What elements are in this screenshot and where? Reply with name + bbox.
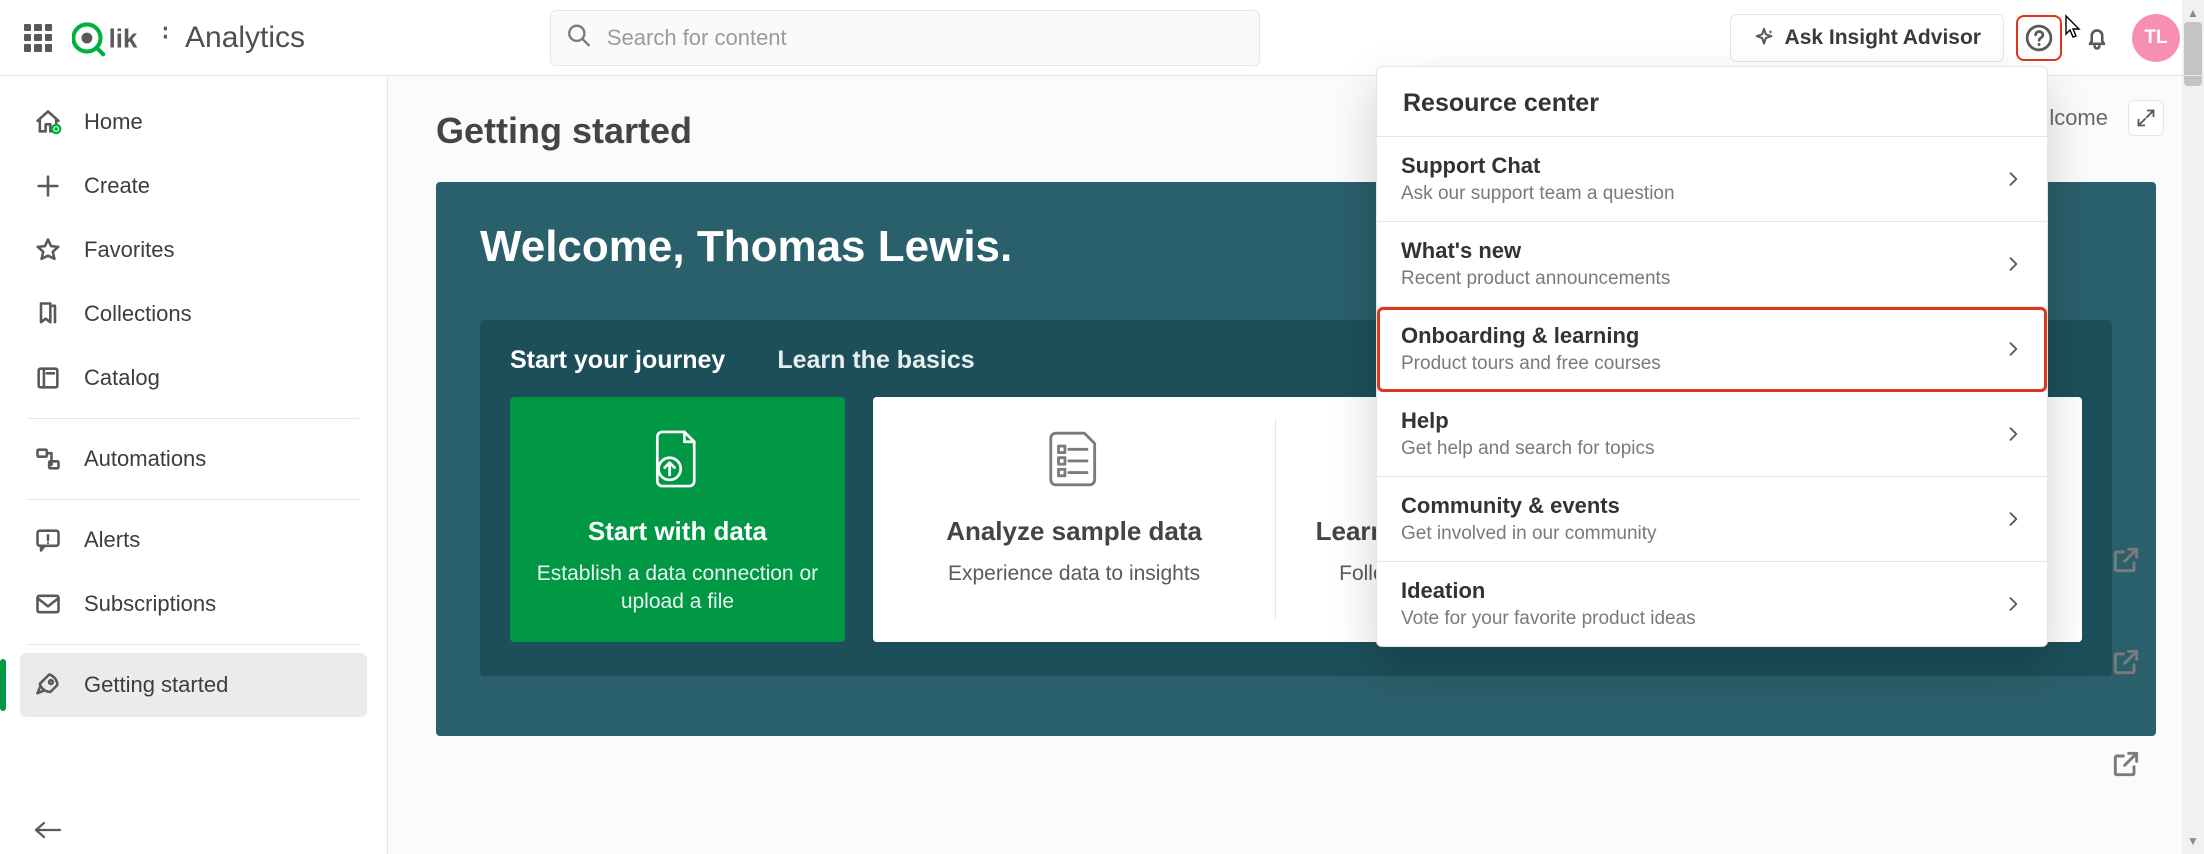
sparkle-icon xyxy=(1753,27,1775,49)
user-avatar[interactable]: TL xyxy=(2132,14,2180,62)
external-link-icon xyxy=(2110,544,2142,576)
background-link-tiles xyxy=(2110,544,2142,780)
resource-item-title: Onboarding & learning xyxy=(1401,323,1661,349)
nav-favorites[interactable]: Favorites xyxy=(20,218,367,282)
qlik-logo-icon: lik xyxy=(72,18,167,58)
resource-item-help[interactable]: Help Get help and search for topics xyxy=(1377,392,2047,477)
nav-label: Automations xyxy=(84,446,206,472)
bell-icon xyxy=(2083,24,2111,52)
bookmark-collection-icon xyxy=(34,300,62,328)
resource-item-whatsnew[interactable]: What's new Recent product announcements xyxy=(1377,222,2047,307)
nav-home[interactable]: Home xyxy=(20,90,367,154)
nav-divider xyxy=(28,418,359,419)
help-button[interactable] xyxy=(2016,15,2062,61)
resource-item-sub: Product tours and free courses xyxy=(1401,353,1661,375)
avatar-initials: TL xyxy=(2144,27,2167,49)
chevron-right-icon xyxy=(2003,424,2023,444)
nav-catalog[interactable]: Catalog xyxy=(20,346,367,410)
chevron-right-icon xyxy=(2003,254,2023,274)
nav-create[interactable]: Create xyxy=(20,154,367,218)
search-input[interactable] xyxy=(550,10,1260,66)
nav-label: Catalog xyxy=(84,365,160,391)
card-sub: Establish a data connection or upload a … xyxy=(530,560,825,617)
content-scrollbar[interactable]: ▲ ▼ xyxy=(2182,0,2204,854)
chevron-right-icon xyxy=(2003,169,2023,189)
nav-getting-started[interactable]: Getting started xyxy=(20,653,367,717)
external-link-icon xyxy=(2110,646,2142,678)
alert-chat-icon xyxy=(34,526,62,554)
nav-divider xyxy=(28,499,359,500)
chevron-right-icon xyxy=(2003,594,2023,614)
journey-tab-secondary[interactable]: Learn the basics xyxy=(777,346,974,375)
left-nav: Home Create Favorites Collections Catalo… xyxy=(0,76,388,854)
journey-card-sample-data[interactable]: Analyze sample data Experience data to i… xyxy=(873,397,1275,642)
nav-label: Favorites xyxy=(84,237,174,263)
resource-item-support[interactable]: Support Chat Ask our support team a ques… xyxy=(1377,137,2047,222)
chevron-right-icon xyxy=(2003,339,2023,359)
journey-card-start-data[interactable]: Start with data Establish a data connect… xyxy=(510,397,845,642)
card-sub: Experience data to insights xyxy=(948,560,1200,588)
peek-text: lcome xyxy=(2049,105,2108,131)
card-title: Analyze sample data xyxy=(946,515,1202,548)
chevron-right-icon xyxy=(2003,509,2023,529)
catalog-icon xyxy=(34,364,62,392)
mail-icon xyxy=(34,590,62,618)
nav-label: Create xyxy=(84,173,150,199)
file-upload-icon xyxy=(647,427,707,491)
resource-item-onboarding[interactable]: Onboarding & learning Product tours and … xyxy=(1377,307,2047,392)
scrollbar-down-arrow[interactable]: ▼ xyxy=(2184,832,2202,850)
plus-icon xyxy=(34,172,62,200)
resource-item-community[interactable]: Community & events Get involved in our c… xyxy=(1377,477,2047,562)
nav-collections[interactable]: Collections xyxy=(20,282,367,346)
nav-label: Subscriptions xyxy=(84,591,216,617)
nav-label: Collections xyxy=(84,301,192,327)
nav-label: Home xyxy=(84,109,143,135)
nav-label: Getting started xyxy=(84,672,228,698)
nav-label: Alerts xyxy=(84,527,140,553)
nav-automations[interactable]: Automations xyxy=(20,427,367,491)
nav-divider xyxy=(28,644,359,645)
notifications-button[interactable] xyxy=(2074,15,2120,61)
app-launcher-icon[interactable] xyxy=(24,24,52,52)
welcome-peek: lcome xyxy=(2049,100,2164,136)
resource-item-ideation[interactable]: Ideation Vote for your favorite product … xyxy=(1377,562,2047,646)
product-logo[interactable]: lik Analytics xyxy=(72,18,305,58)
global-search[interactable] xyxy=(550,10,1260,66)
help-icon xyxy=(2024,23,2054,53)
external-link-icon xyxy=(2110,748,2142,780)
resource-item-sub: Ask our support team a question xyxy=(1401,183,1675,205)
resource-item-title: Help xyxy=(1401,408,1654,434)
resource-item-sub: Vote for your favorite product ideas xyxy=(1401,608,1696,630)
star-icon xyxy=(34,236,62,264)
search-icon xyxy=(566,22,592,53)
nav-subscriptions[interactable]: Subscriptions xyxy=(20,572,367,636)
document-list-icon xyxy=(1043,428,1105,490)
resource-item-title: Ideation xyxy=(1401,578,1696,604)
resource-item-sub: Get involved in our community xyxy=(1401,523,1657,545)
collapse-sidebar-button[interactable] xyxy=(30,817,64,848)
resource-center-panel: Resource center Support Chat Ask our sup… xyxy=(1376,66,2048,647)
svg-text:lik: lik xyxy=(109,25,138,53)
resource-center-title: Resource center xyxy=(1377,67,2047,137)
expand-icon xyxy=(2136,108,2156,128)
resource-item-title: Support Chat xyxy=(1401,153,1675,179)
automation-icon xyxy=(34,445,62,473)
journey-tab-primary[interactable]: Start your journey xyxy=(510,346,725,375)
product-name: Analytics xyxy=(185,21,305,55)
resource-item-title: What's new xyxy=(1401,238,1670,264)
collapse-icon xyxy=(30,817,64,843)
card-title: Start with data xyxy=(588,515,767,548)
expand-button[interactable] xyxy=(2128,100,2164,136)
ask-insight-button[interactable]: Ask Insight Advisor xyxy=(1730,14,2004,62)
resource-item-title: Community & events xyxy=(1401,493,1657,519)
rocket-icon xyxy=(34,671,62,699)
home-icon xyxy=(34,108,62,136)
resource-item-sub: Get help and search for topics xyxy=(1401,438,1654,460)
nav-alerts[interactable]: Alerts xyxy=(20,508,367,572)
resource-item-sub: Recent product announcements xyxy=(1401,268,1670,290)
ask-insight-label: Ask Insight Advisor xyxy=(1785,26,1981,50)
